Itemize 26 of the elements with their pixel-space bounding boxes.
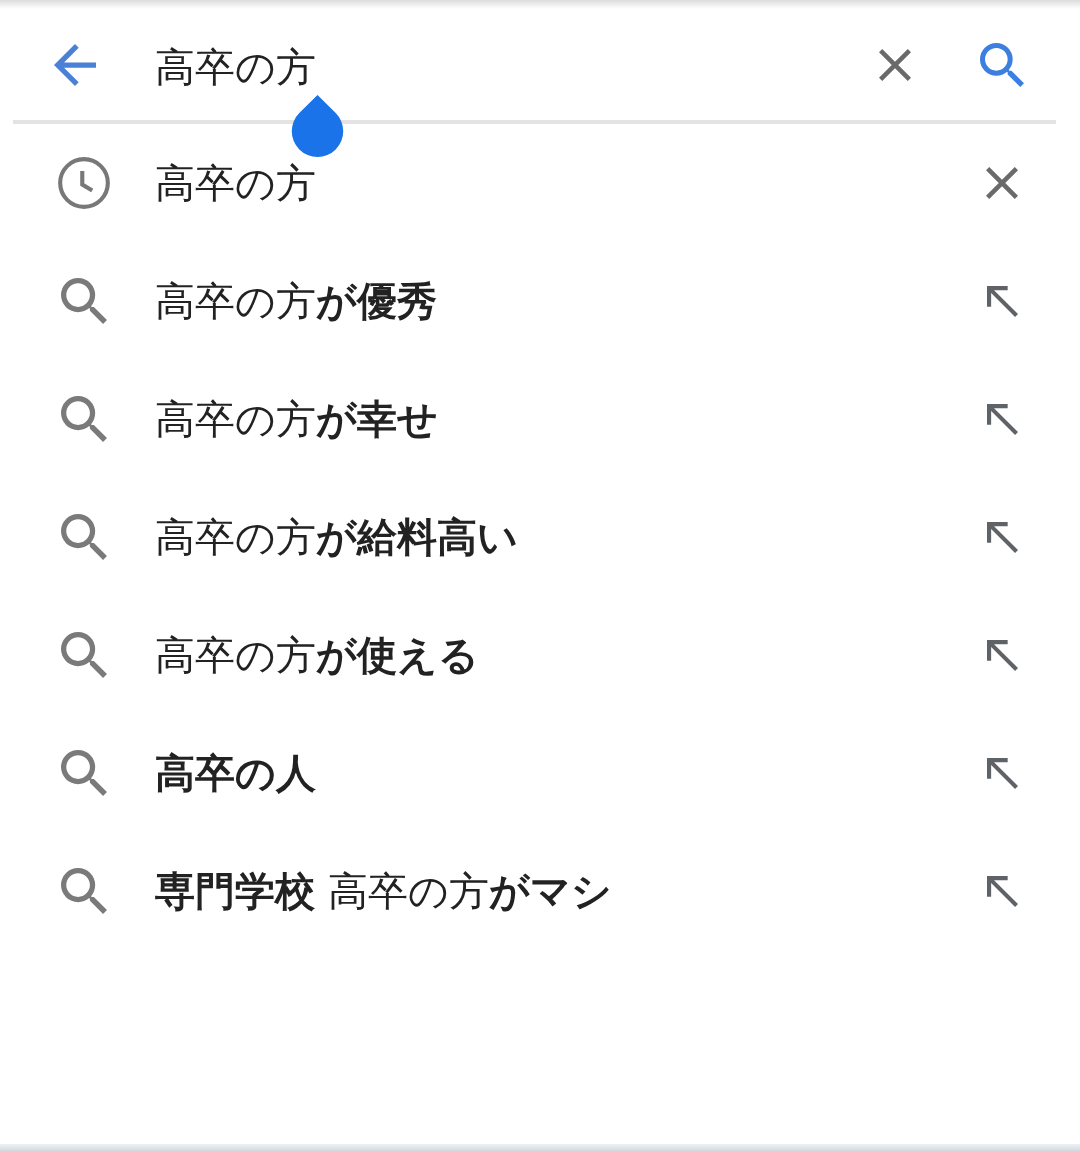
suggestion-text[interactable]: 高卒の方が優秀 — [155, 275, 924, 327]
close-icon — [986, 167, 1018, 199]
arrow-up-left-icon — [986, 875, 1018, 907]
search-icon — [61, 632, 107, 678]
search-icon — [980, 42, 1024, 87]
arrow-up-left-icon — [986, 757, 1018, 789]
search-icon — [61, 396, 107, 442]
suggestion-text[interactable]: 専門学校 高卒の方がマシ — [155, 865, 924, 917]
clock-icon — [58, 157, 110, 209]
arrow-up-left-icon — [986, 285, 1018, 317]
search-icon — [61, 750, 107, 796]
search-field[interactable]: 高卒の方 — [155, 36, 866, 93]
history-query-text[interactable]: 高卒の方 — [155, 157, 924, 209]
suggestion-text[interactable]: 高卒の方が幸せ — [155, 393, 924, 445]
suggestion-text[interactable]: 高卒の方が使える — [155, 629, 924, 681]
search-icon — [61, 278, 107, 324]
search-icon — [61, 868, 107, 914]
cursor-handle-icon[interactable] — [291, 95, 344, 157]
arrow-up-left-icon — [986, 403, 1018, 435]
suggestion-text[interactable]: 高卒の方が給料高い — [155, 511, 924, 563]
suggestion-text[interactable]: 高卒の人 — [155, 747, 924, 799]
close-icon — [879, 48, 911, 81]
arrow-up-left-icon — [986, 639, 1018, 671]
arrow-up-left-icon — [986, 521, 1018, 553]
search-icon — [61, 514, 107, 560]
arrow-left-icon — [54, 43, 96, 86]
